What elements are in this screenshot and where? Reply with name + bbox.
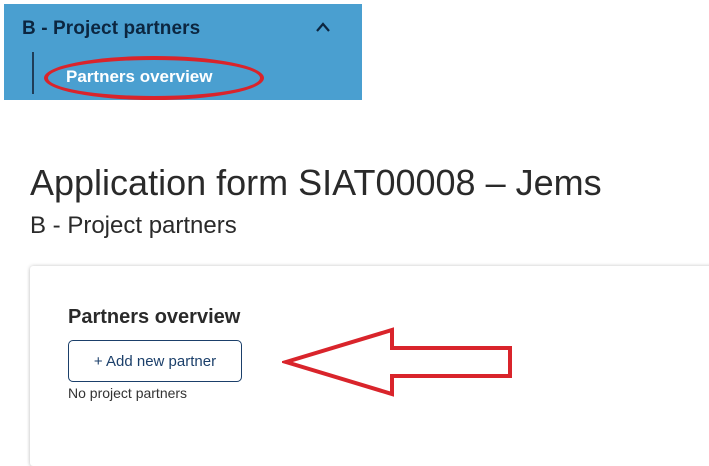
chevron-up-icon[interactable] bbox=[314, 20, 332, 34]
empty-state-text: No project partners bbox=[68, 385, 188, 401]
page-subtitle: B - Project partners bbox=[30, 212, 237, 239]
card-title: Partners overview bbox=[68, 306, 241, 328]
nav-tree-rail bbox=[32, 52, 34, 94]
page-title: Application form SIAT00008 – Jems bbox=[30, 162, 602, 203]
sidebar-nav-snippet: B - Project partners Partners overview bbox=[4, 4, 362, 100]
nav-item-partners-overview[interactable]: Partners overview bbox=[66, 67, 212, 87]
add-new-partner-button[interactable]: + Add new partner bbox=[68, 340, 242, 382]
nav-section-project-partners[interactable]: B - Project partners bbox=[22, 18, 200, 40]
